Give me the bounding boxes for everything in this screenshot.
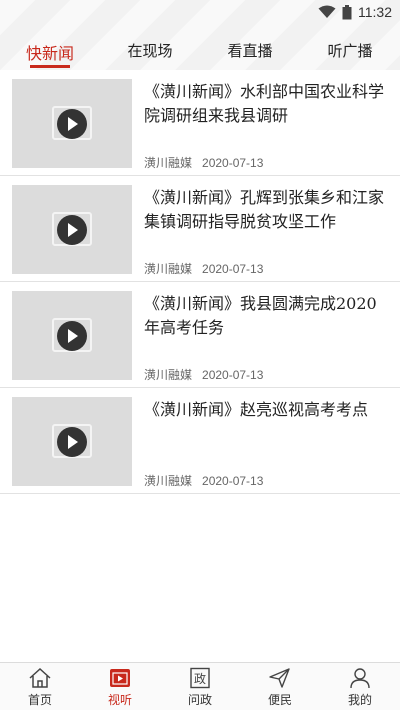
news-item[interactable]: 《潢川新闻》孔辉到张集乡和江家集镇调研指导脱贫攻坚工作 潢川融媒 2020-07-…: [0, 176, 400, 282]
tab-radio[interactable]: 听广播: [300, 32, 400, 70]
home-icon: [29, 667, 51, 688]
battery-icon: [342, 4, 352, 19]
news-list: 《潢川新闻》水利部中国农业科学院调研组来我县调研 潢川融媒 2020-07-13 …: [0, 70, 400, 494]
news-title[interactable]: 《潢川新闻》孔辉到张集乡和江家集镇调研指导脱贫攻坚工作: [144, 186, 392, 234]
video-thumbnail[interactable]: [12, 185, 132, 274]
nav-profile-label: 我的: [347, 693, 372, 707]
news-title[interactable]: 《潢川新闻》水利部中国农业科学院调研组来我县调研: [144, 80, 392, 128]
nav-politics[interactable]: 政 问政: [160, 663, 240, 710]
nav-services[interactable]: 便民: [240, 663, 320, 710]
nav-home[interactable]: 首页: [0, 663, 80, 710]
video-thumbnail[interactable]: [12, 79, 132, 168]
nav-home-label: 首页: [27, 693, 52, 707]
news-source: 潢川融媒: [144, 262, 193, 276]
play-icon[interactable]: [57, 427, 87, 457]
tab-quick-news[interactable]: 快新闻: [0, 32, 100, 70]
news-source: 潢川融媒: [144, 474, 193, 488]
video-icon: [110, 669, 130, 687]
news-date: 2020-07-13: [202, 474, 264, 488]
play-icon[interactable]: [57, 109, 87, 139]
nav-video[interactable]: 视听: [80, 663, 160, 710]
news-item[interactable]: 《潢川新闻》水利部中国农业科学院调研组来我县调研 潢川融媒 2020-07-13: [0, 70, 400, 176]
wifi-icon: [318, 5, 336, 18]
status-time: 11:32: [358, 4, 392, 20]
news-source: 潢川融媒: [144, 156, 193, 170]
tab-live[interactable]: 看直播: [200, 32, 300, 70]
play-icon[interactable]: [57, 215, 87, 245]
news-meta: 潢川融媒 2020-07-13: [144, 366, 263, 383]
politics-icon: 政: [190, 667, 210, 689]
news-source: 潢川融媒: [144, 368, 193, 382]
news-item[interactable]: 《潢川新闻》我县圆满完成2020年高考任务 潢川融媒 2020-07-13: [0, 282, 400, 388]
svg-text:政: 政: [194, 672, 206, 686]
nav-video-label: 视听: [107, 693, 132, 707]
status-bar: 11:32: [0, 0, 400, 24]
news-item[interactable]: 《潢川新闻》赵亮巡视高考考点 潢川融媒 2020-07-13: [0, 388, 400, 494]
video-thumbnail[interactable]: [12, 291, 132, 380]
news-date: 2020-07-13: [202, 156, 264, 170]
bottom-nav: 首页 视听 政 问政 便民 我的: [0, 662, 400, 710]
top-tabs: 快新闻 在现场 看直播 听广播: [0, 32, 400, 70]
send-icon: [269, 668, 290, 688]
nav-profile[interactable]: 我的: [320, 663, 400, 710]
video-thumbnail[interactable]: [12, 397, 132, 486]
nav-politics-label: 问政: [187, 693, 212, 707]
news-meta: 潢川融媒 2020-07-13: [144, 260, 263, 277]
news-title[interactable]: 《潢川新闻》我县圆满完成2020年高考任务: [144, 292, 392, 340]
user-icon: [350, 668, 370, 689]
news-meta: 潢川融媒 2020-07-13: [144, 154, 263, 171]
news-date: 2020-07-13: [202, 262, 264, 276]
news-title[interactable]: 《潢川新闻》赵亮巡视高考考点: [144, 398, 392, 422]
nav-services-label: 便民: [267, 693, 292, 707]
tab-on-site[interactable]: 在现场: [100, 32, 200, 70]
play-icon[interactable]: [57, 321, 87, 351]
news-date: 2020-07-13: [202, 368, 264, 382]
news-meta: 潢川融媒 2020-07-13: [144, 472, 263, 489]
